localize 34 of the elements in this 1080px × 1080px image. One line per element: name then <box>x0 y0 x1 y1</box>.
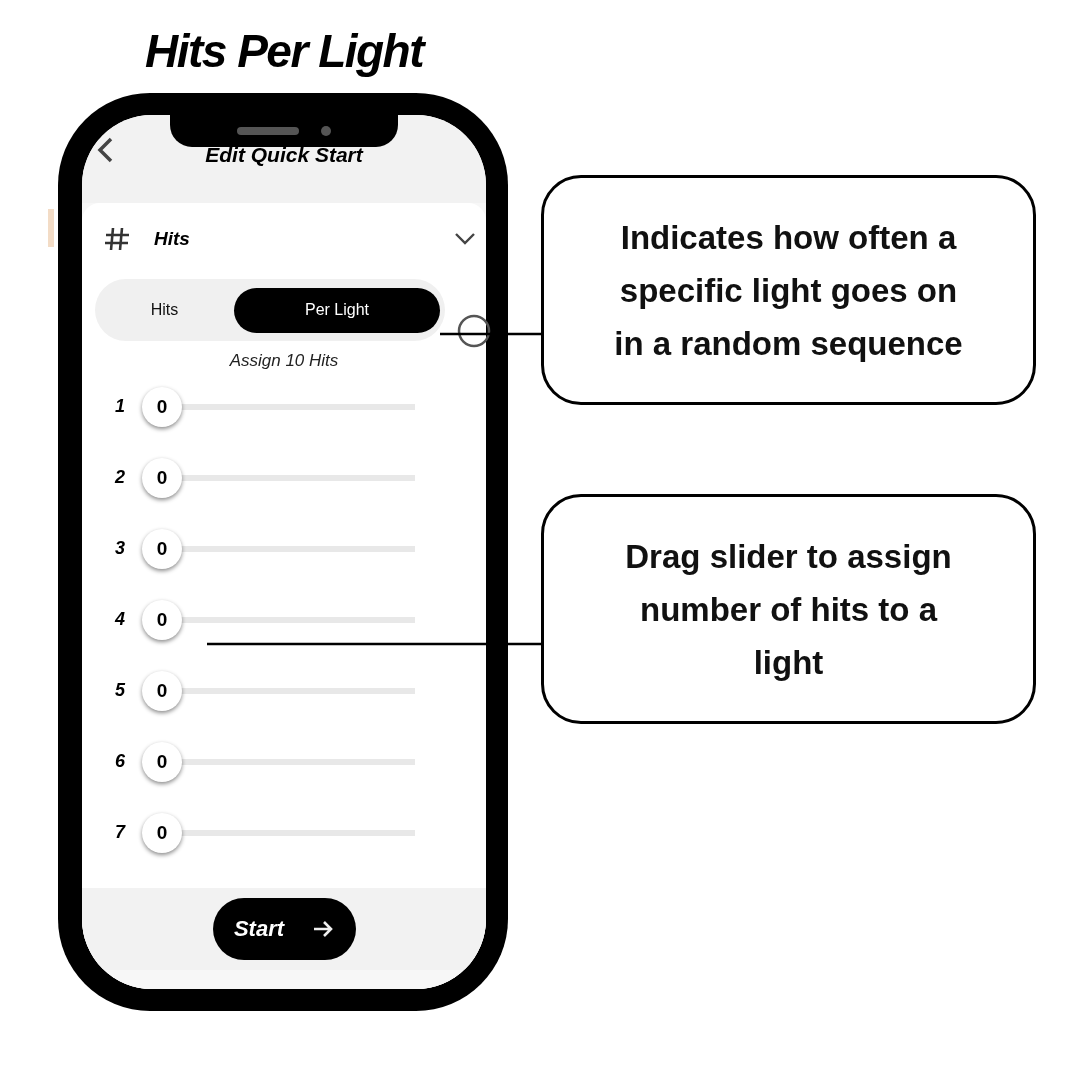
slider-thumb[interactable]: 0 <box>142 528 182 569</box>
section-label: Hits <box>154 228 191 250</box>
arrow-icon <box>312 920 335 938</box>
screen-title: Edit Quick Start <box>205 143 363 167</box>
slider-thumb[interactable]: 0 <box>142 812 182 853</box>
light-number: 4 <box>113 609 126 630</box>
light-number: 5 <box>114 680 126 701</box>
callout-box: Drag slider to assign number of hits to a light <box>541 494 1036 724</box>
slider[interactable]: 0 <box>142 670 415 711</box>
light-number: 6 <box>114 751 126 772</box>
slider-thumb[interactable]: 0 <box>142 599 182 640</box>
page-title: Hits Per Light <box>145 25 424 77</box>
slider[interactable]: 0 <box>142 599 415 640</box>
chevron-icon[interactable] <box>454 232 476 246</box>
back-icon[interactable] <box>96 137 114 163</box>
instruction-text: Assign 10 Hits <box>228 351 340 371</box>
slider[interactable]: 0 <box>142 741 415 782</box>
slider[interactable]: 0 <box>142 457 415 498</box>
light-number: 1 <box>114 396 126 417</box>
slider[interactable]: 0 <box>142 812 415 853</box>
slider-thumb[interactable]: 0 <box>142 457 182 498</box>
mode-tab[interactable]: Hits <box>95 287 234 333</box>
light-number: 2 <box>113 467 126 488</box>
slider-thumb[interactable]: 0 <box>142 386 182 427</box>
slider-thumb[interactable]: 0 <box>142 741 182 782</box>
callout-box: Indicates how often a specific light goes on in a random sequence <box>541 175 1036 405</box>
light-number: 7 <box>114 822 127 843</box>
slider[interactable]: 0 <box>142 386 415 427</box>
light-number: 3 <box>114 538 126 559</box>
start-button[interactable]: Start <box>212 898 356 960</box>
slider[interactable]: 0 <box>142 528 415 569</box>
hash-icon <box>104 226 130 252</box>
mode-tab[interactable]: Per Light <box>234 287 440 333</box>
slider-thumb[interactable]: 0 <box>142 670 182 711</box>
